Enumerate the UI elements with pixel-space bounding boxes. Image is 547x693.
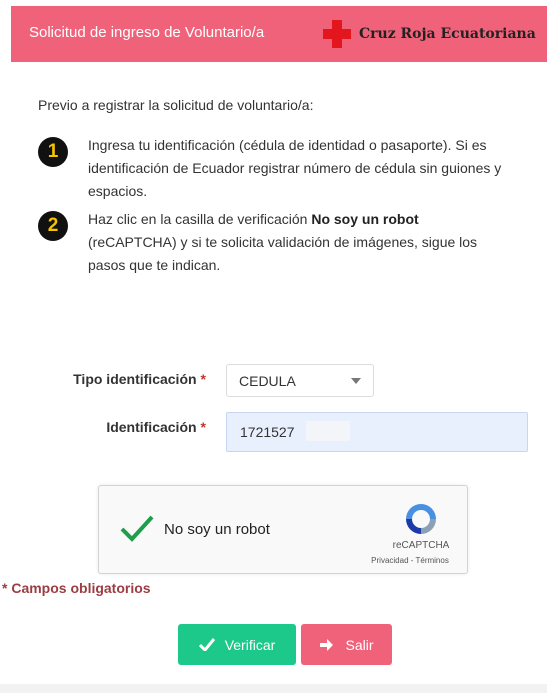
page-header: Solicitud de ingreso de Voluntario/a Cru… — [11, 6, 547, 62]
step-2-text-bold: No soy un robot — [311, 211, 419, 227]
red-cross-icon — [323, 20, 351, 48]
id-type-label-text: Tipo identificación — [73, 371, 197, 387]
exit-button[interactable]: Salir — [301, 624, 392, 665]
sign-out-icon — [319, 638, 335, 652]
recaptcha-widget: No soy un robot reCAPTCHA Privacidad - T… — [98, 485, 468, 574]
exit-button-label: Salir — [345, 636, 374, 653]
recaptcha-brand: reCAPTCHA — [392, 540, 450, 551]
header-title: Solicitud de ingreso de Voluntario/a — [29, 24, 265, 41]
id-type-select-value: CEDULA — [239, 373, 296, 389]
step-2-text: Haz clic en la casilla de verificación N… — [88, 208, 508, 277]
recaptcha-links[interactable]: Privacidad - Términos — [355, 556, 465, 565]
captcha-label: No soy un robot — [164, 521, 270, 538]
verify-button[interactable]: Verificar — [178, 624, 296, 665]
redacted-area — [306, 421, 350, 441]
step-2-text-before: Haz clic en la casilla de verificación — [88, 211, 312, 227]
check-icon — [198, 638, 215, 651]
required-marker: * — [200, 371, 206, 387]
chevron-down-icon — [351, 378, 361, 384]
instructions-intro: Previo a registrar la solicitud de volun… — [38, 97, 314, 113]
step-number-1-icon: 1 — [38, 137, 68, 167]
recaptcha-logo-icon — [406, 504, 436, 534]
brand: Cruz Roja Ecuatoriana — [323, 20, 536, 48]
id-label-text: Identificación — [106, 419, 197, 435]
verify-button-label: Verificar — [224, 636, 276, 653]
step-2-text-after: (reCAPTCHA) y si te solicita validación … — [88, 234, 478, 273]
id-input[interactable] — [226, 412, 528, 452]
step-number-2-icon: 2 — [38, 211, 68, 241]
id-type-select[interactable]: CEDULA — [226, 364, 374, 397]
id-type-label: Tipo identificación * — [40, 371, 206, 387]
id-label: Identificación * — [40, 419, 206, 435]
step-1-text: Ingresa tu identificación (cédula de ide… — [88, 137, 502, 199]
check-icon[interactable] — [119, 513, 155, 543]
required-marker: * — [200, 419, 206, 435]
footer-divider — [0, 684, 547, 693]
required-fields-note: * Campos obligatorios — [2, 580, 151, 596]
brand-name: Cruz Roja Ecuatoriana — [359, 26, 536, 42]
